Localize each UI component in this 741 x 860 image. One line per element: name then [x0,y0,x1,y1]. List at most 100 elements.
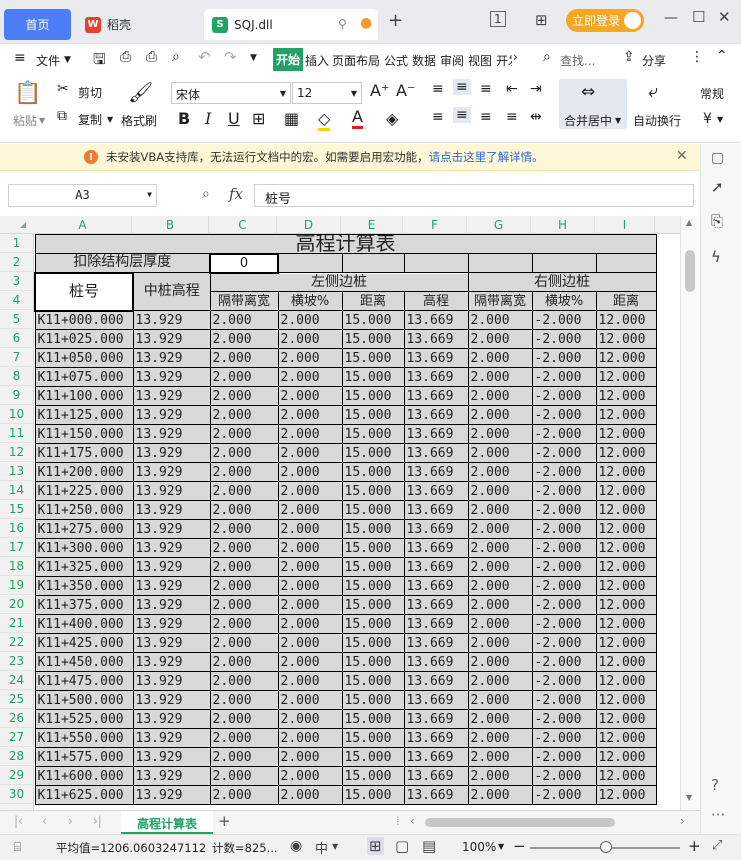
left-value-cell[interactable]: 2.000 [209,348,279,368]
left-value-cell[interactable]: 2.000 [277,652,343,672]
left-value-cell[interactable]: 15.000 [341,728,405,748]
right-value-cell[interactable]: 12.000 [595,443,657,463]
new-tab-button[interactable]: + [388,10,403,31]
right-value-cell[interactable]: 2.000 [467,462,533,482]
empty-cell[interactable] [467,253,533,273]
left-value-cell[interactable]: 2.000 [209,481,279,501]
left-value-cell[interactable]: 2.000 [209,576,279,596]
right-value-cell[interactable]: 12.000 [595,329,657,349]
tab-daoke[interactable]: W 稻壳 [77,9,201,40]
right-value-cell[interactable]: 2.000 [467,652,533,672]
minimize-icon[interactable]: — [664,10,678,26]
right-value-cell[interactable]: -2.000 [531,557,597,577]
left-value-cell[interactable]: 2.000 [277,519,343,539]
left-value-cell[interactable]: 13.669 [403,652,469,672]
center-elevation-cell[interactable]: 13.929 [132,481,211,501]
right-value-cell[interactable]: 2.000 [467,747,533,767]
empty-cell[interactable] [277,253,343,273]
right-value-cell[interactable]: -2.000 [531,576,597,596]
menu-view[interactable]: 视图 [468,52,492,69]
left-value-cell[interactable]: 13.669 [403,310,469,330]
row-header[interactable]: 11 [0,424,33,443]
align-center-icon[interactable]: ≡ [453,107,471,123]
station-cell[interactable]: K11+525.000 [34,709,134,729]
collapse-ribbon-icon[interactable]: ⌃ [716,48,728,64]
right-value-cell[interactable]: 2.000 [467,500,533,520]
station-cell[interactable]: K11+125.000 [34,405,134,425]
menu-file[interactable]: 文件 [36,52,60,69]
center-elevation-cell[interactable]: 13.929 [132,367,211,387]
page-view-icon[interactable]: ▢ [395,837,409,855]
right-value-cell[interactable]: 12.000 [595,614,657,634]
left-value-cell[interactable]: 2.000 [209,614,279,634]
station-cell[interactable]: K11+150.000 [34,424,134,444]
currency-chevron-icon[interactable]: ▼ [717,115,723,124]
tab-home[interactable]: 首页 [4,9,71,40]
left-value-cell[interactable]: 2.000 [277,424,343,444]
subheader-left[interactable]: 隔带离宽 [209,291,279,311]
right-value-cell[interactable]: -2.000 [531,329,597,349]
left-value-cell[interactable]: 13.669 [403,557,469,577]
right-value-cell[interactable]: 2.000 [467,310,533,330]
right-value-cell[interactable]: -2.000 [531,424,597,444]
close-banner-icon[interactable]: ✕ [676,148,688,164]
right-value-cell[interactable]: -2.000 [531,709,597,729]
left-value-cell[interactable]: 2.000 [277,443,343,463]
right-value-cell[interactable]: 12.000 [595,766,657,786]
left-value-cell[interactable]: 15.000 [341,348,405,368]
left-value-cell[interactable]: 15.000 [341,443,405,463]
zoom-in-icon[interactable]: + [688,837,701,855]
vertical-scrollbar[interactable]: ▲ ▼ [680,216,700,810]
left-value-cell[interactable]: 15.000 [341,519,405,539]
login-button[interactable]: 立即登录 [566,9,644,32]
left-value-cell[interactable]: 13.669 [403,747,469,767]
close-icon[interactable]: ✕ [718,8,731,26]
maximize-icon[interactable]: ☐ [692,8,705,26]
row-header[interactable]: 10 [0,405,33,424]
right-value-cell[interactable]: 2.000 [467,728,533,748]
left-value-cell[interactable]: 15.000 [341,329,405,349]
right-value-cell[interactable]: -2.000 [531,481,597,501]
column-header-h[interactable]: H [531,216,595,234]
empty-cell[interactable] [595,253,657,273]
right-value-cell[interactable]: -2.000 [531,690,597,710]
row-header[interactable]: 18 [0,557,33,576]
right-value-cell[interactable]: 2.000 [467,329,533,349]
left-value-cell[interactable]: 2.000 [277,595,343,615]
center-elevation-cell[interactable]: 13.929 [132,348,211,368]
left-value-cell[interactable]: 2.000 [209,329,279,349]
left-value-cell[interactable]: 15.000 [341,367,405,387]
left-value-cell[interactable]: 2.000 [209,424,279,444]
row-header[interactable]: 3 [0,272,33,291]
lightning-icon[interactable]: ϟ [711,248,721,266]
right-value-cell[interactable]: 12.000 [595,519,657,539]
subheader-right[interactable]: 横坡% [531,291,597,311]
right-value-cell[interactable]: 12.000 [595,690,657,710]
right-value-cell[interactable]: 12.000 [595,462,657,482]
tab-split-icon[interactable]: ⁞ [396,814,400,828]
left-value-cell[interactable]: 2.000 [277,348,343,368]
center-elevation-cell[interactable]: 13.929 [132,405,211,425]
font-family-select[interactable]: 宋体 ▼ [171,82,291,104]
right-value-cell[interactable]: 12.000 [595,500,657,520]
right-value-cell[interactable]: 12.000 [595,671,657,691]
redo-icon[interactable]: ↷ [224,48,237,66]
right-value-cell[interactable]: 12.000 [595,348,657,368]
wrap-text-button[interactable]: 自动换行 [633,112,681,129]
station-cell[interactable]: K11+550.000 [34,728,134,748]
right-value-cell[interactable]: -2.000 [531,519,597,539]
fullscreen-icon[interactable]: ⤢ [712,838,722,853]
center-elevation-cell[interactable]: 13.929 [132,557,211,577]
fill-color-icon[interactable]: ◇ [318,109,331,131]
center-elevation-cell[interactable]: 13.929 [132,785,211,805]
station-cell[interactable]: K11+600.000 [34,766,134,786]
image-tool-icon[interactable]: ⎘ [711,212,723,230]
center-elevation-cell[interactable]: 13.929 [132,709,211,729]
row-header[interactable]: 27 [0,728,33,747]
left-value-cell[interactable]: 2.000 [209,652,279,672]
paste-button[interactable]: 粘贴 [13,112,37,129]
center-elevation-cell[interactable]: 13.929 [132,595,211,615]
italic-icon[interactable]: I [205,109,211,128]
prev-sheet-icon[interactable]: ‹ [42,814,47,828]
right-value-cell[interactable]: 12.000 [595,557,657,577]
